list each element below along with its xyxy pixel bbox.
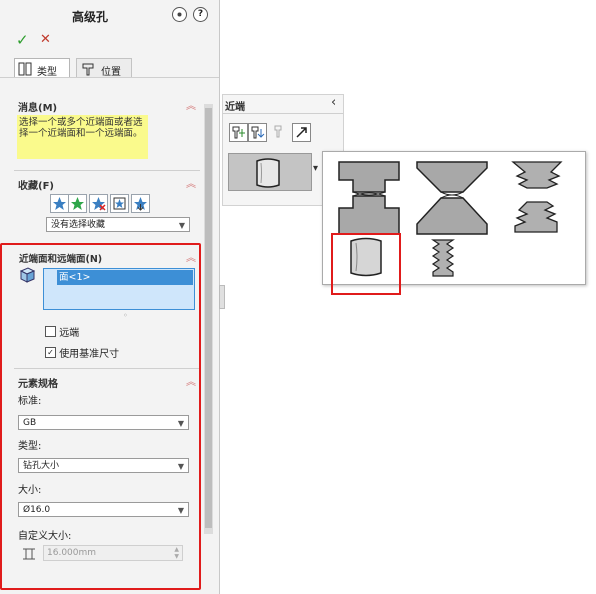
tab-position[interactable]: 位置: [76, 58, 132, 78]
pm-scrollbar[interactable]: [204, 104, 213, 534]
countersink-icon: [416, 161, 488, 235]
star-delete-icon: [92, 197, 106, 211]
collapse-favorites-icon[interactable]: ︽: [186, 175, 196, 190]
star-update-icon: [71, 197, 84, 210]
favorite-delete-button[interactable]: [89, 194, 108, 213]
hole-type-icon: [18, 62, 32, 76]
tab-type[interactable]: 类型: [14, 58, 70, 78]
thread-icon: [431, 239, 455, 277]
star-save-icon: [113, 197, 126, 210]
arrow-icon: [296, 127, 307, 138]
favorites-select-value: 没有选择收藏: [51, 220, 106, 230]
pushpin-icon[interactable]: [172, 7, 187, 22]
insert-element-icon: [232, 126, 245, 139]
pm-scrollbar-thumb[interactable]: [205, 108, 212, 528]
palette-tapped[interactable]: [507, 158, 567, 238]
palette-countersink[interactable]: [415, 158, 489, 238]
collapse-flyout-icon[interactable]: ‹: [331, 95, 336, 110]
position-icon: [82, 63, 94, 76]
element-dropdown-button[interactable]: ▾: [313, 163, 318, 174]
favorites-select[interactable]: 没有选择收藏 ▼: [46, 217, 190, 232]
flyout-title: 近端: [225, 102, 245, 113]
help-glyph: ?: [197, 9, 204, 19]
insert-element-below-icon: [251, 126, 265, 139]
star-load-icon: [134, 197, 147, 211]
palette-counterbore[interactable]: [337, 158, 401, 238]
element-preview-button[interactable]: [228, 153, 312, 191]
flip-button[interactable]: [292, 123, 311, 142]
favorite-load-button[interactable]: [131, 194, 150, 213]
highlight-box-element: [331, 233, 401, 295]
delete-element-button[interactable]: [271, 123, 288, 140]
message-box: 选择一个或多个近端面或者选择一个近端面和一个远端面。: [17, 115, 148, 159]
star-add-icon: [53, 197, 66, 210]
flyout-divider: [223, 113, 343, 114]
favorite-update-button[interactable]: [68, 194, 87, 213]
help-icon[interactable]: ?: [193, 7, 208, 22]
palette-straight-thread[interactable]: [423, 236, 463, 280]
splitter-handle[interactable]: [219, 285, 225, 309]
ok-button[interactable]: ✓: [16, 31, 29, 49]
insert-element-below-button[interactable]: [248, 123, 267, 142]
tab-type-label: 类型: [37, 67, 57, 78]
checkmark-icon: ✓: [16, 31, 29, 49]
cancel-button[interactable]: ✕: [40, 32, 51, 47]
message-title: 消息(M): [18, 103, 58, 114]
counterbore-icon: [338, 161, 400, 235]
tapped-hole-icon: [511, 161, 563, 233]
favorite-add-button[interactable]: [50, 194, 69, 213]
pm-title: 高级孔: [72, 10, 109, 24]
close-icon: ✕: [40, 32, 51, 47]
favorites-title: 收藏(F): [18, 181, 54, 192]
message-text: 选择一个或多个近端面或者选择一个近端面和一个远端面。: [19, 117, 143, 139]
section-divider: [14, 170, 200, 171]
chevron-down-icon: ▼: [178, 221, 185, 230]
tab-position-label: 位置: [101, 67, 121, 78]
delete-element-icon: [274, 125, 282, 138]
straight-hole-icon: [256, 158, 280, 188]
highlight-box-faces: [0, 243, 201, 590]
insert-element-button[interactable]: [229, 123, 248, 142]
favorite-save-button[interactable]: [110, 194, 129, 213]
collapse-message-icon[interactable]: ︽: [186, 97, 196, 112]
tab-divider: [0, 77, 219, 78]
